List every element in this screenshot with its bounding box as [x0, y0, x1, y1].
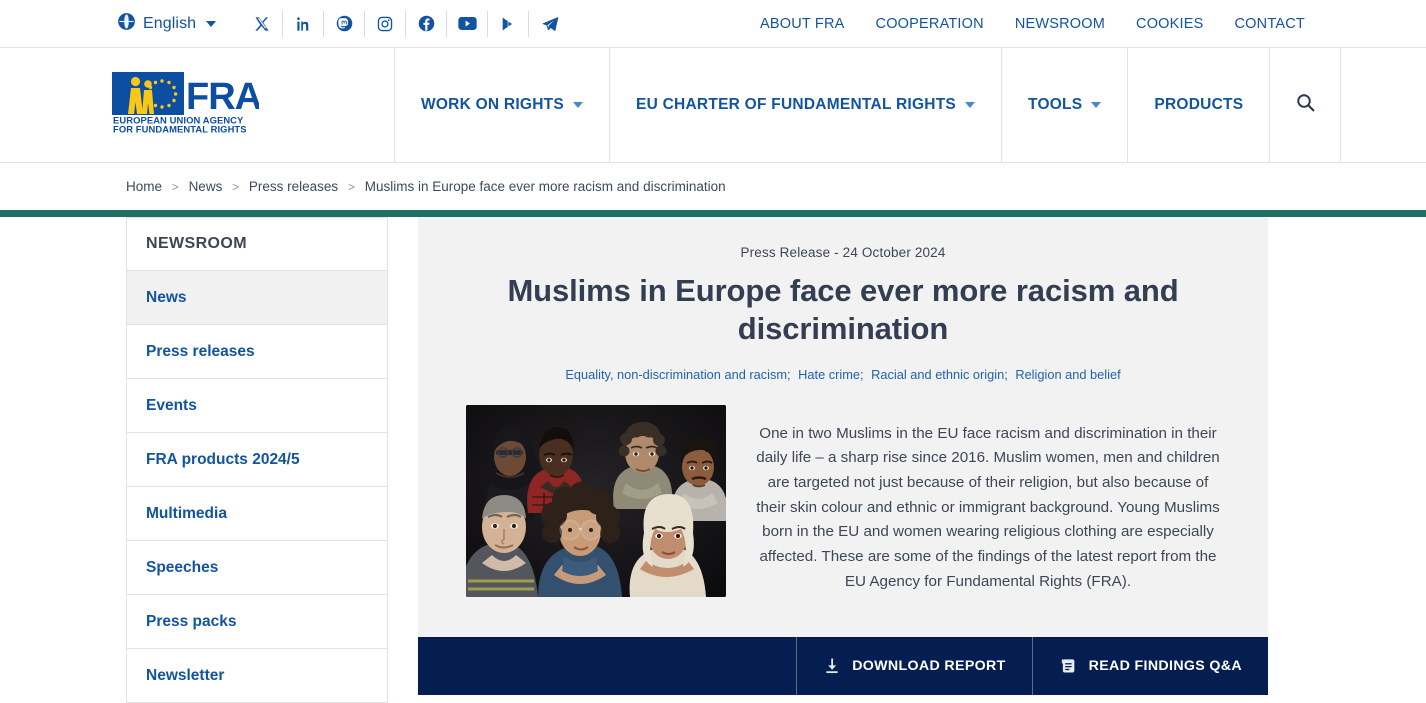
- article-eyebrow: Press Release - 24 October 2024: [466, 245, 1220, 260]
- x-twitter-icon[interactable]: [242, 11, 283, 37]
- article-photo: [466, 405, 726, 597]
- breadcrumb-bar: Home > News > Press releases > Muslims i…: [0, 163, 1426, 210]
- topic-link-racial-ethnic-origin[interactable]: Racial and ethnic origin: [871, 367, 1004, 382]
- action-label: DOWNLOAD REPORT: [852, 658, 1005, 674]
- nav-item-products[interactable]: PRODUCTS: [1128, 48, 1270, 162]
- chevron-down-icon: [965, 102, 975, 108]
- sidebar-item-multimedia[interactable]: Multimedia: [127, 487, 387, 541]
- chevron-down-icon: [1091, 102, 1101, 108]
- nav-label: EU CHARTER OF FUNDAMENTAL RIGHTS: [636, 96, 956, 114]
- facebook-icon[interactable]: [406, 11, 447, 37]
- sidebar-list: NEWSROOM News Press releases Events FRA …: [126, 217, 388, 703]
- topic-link-equality[interactable]: Equality, non-discrimination and racism: [565, 367, 787, 382]
- article-content: Press Release - 24 October 2024 Muslims …: [388, 217, 1426, 703]
- site-header: FRA EUROPEAN UNION AGENCY FOR FUNDAMENTA…: [0, 48, 1426, 163]
- nav-label: TOOLS: [1028, 96, 1082, 114]
- fra-logo-link[interactable]: FRA EUROPEAN UNION AGENCY FOR FUNDAMENTA…: [0, 48, 395, 162]
- chevron-down-icon: [206, 21, 216, 27]
- breadcrumb-item-home[interactable]: Home: [126, 179, 162, 194]
- top-link-contact[interactable]: CONTACT: [1235, 16, 1305, 32]
- svg-text:FRA: FRA: [186, 76, 259, 118]
- telegram-icon[interactable]: [529, 11, 570, 37]
- sidebar-item-label: Newsletter: [146, 667, 224, 685]
- sidebar-item-fra-products[interactable]: FRA products 2024/5: [127, 433, 387, 487]
- document-scroll-icon: [1059, 657, 1078, 675]
- breadcrumb-item-news[interactable]: News: [189, 179, 223, 194]
- sidebar-item-label: Press packs: [146, 613, 237, 631]
- top-link-cooperation[interactable]: COOPERATION: [876, 16, 984, 32]
- breadcrumb-item-current: Muslims in Europe face ever more racism …: [365, 179, 726, 194]
- breadcrumb: Home > News > Press releases > Muslims i…: [126, 179, 726, 194]
- language-selector[interactable]: English: [118, 13, 216, 35]
- article-topics: Equality, non-discrimination and racism;…: [466, 367, 1220, 382]
- teal-divider: [0, 210, 1426, 217]
- mastodon-icon[interactable]: [324, 11, 365, 37]
- topic-separator: ;: [1004, 367, 1008, 382]
- breadcrumb-separator: >: [172, 180, 179, 194]
- search-icon: [1295, 92, 1316, 118]
- nav-item-tools[interactable]: TOOLS: [1002, 48, 1128, 162]
- nav-item-eu-charter[interactable]: EU CHARTER OF FUNDAMENTAL RIGHTS: [610, 48, 1002, 162]
- primary-navigation: WORK ON RIGHTS EU CHARTER OF FUNDAMENTAL…: [395, 48, 1341, 162]
- sidebar-item-events[interactable]: Events: [127, 379, 387, 433]
- download-report-button[interactable]: DOWNLOAD REPORT: [796, 637, 1031, 695]
- instagram-icon[interactable]: [365, 11, 406, 37]
- top-link-about-fra[interactable]: ABOUT FRA: [760, 16, 845, 32]
- fra-logo: FRA EUROPEAN UNION AGENCY FOR FUNDAMENTA…: [112, 72, 259, 139]
- sidebar-item-press-releases[interactable]: Press releases: [127, 325, 387, 379]
- peertube-icon[interactable]: [488, 11, 529, 37]
- article-lede: One in two Muslims in the EU face racism…: [756, 420, 1220, 594]
- breadcrumb-separator: >: [348, 180, 355, 194]
- search-button[interactable]: [1270, 48, 1341, 162]
- sidebar-item-label: Events: [146, 397, 197, 415]
- sidebar-heading: NEWSROOM: [127, 218, 387, 271]
- page-title: Muslims in Europe face ever more racism …: [466, 272, 1220, 348]
- language-label: English: [143, 15, 196, 33]
- top-nav-links: ABOUT FRA COOPERATION NEWSROOM COOKIES C…: [760, 16, 1305, 32]
- sidebar-item-newsletter[interactable]: Newsletter: [127, 649, 387, 703]
- top-link-cookies[interactable]: COOKIES: [1136, 16, 1203, 32]
- download-icon: [823, 657, 841, 675]
- topic-link-religion-belief[interactable]: Religion and belief: [1015, 367, 1120, 382]
- nav-label: PRODUCTS: [1154, 96, 1243, 114]
- nav-label: WORK ON RIGHTS: [421, 96, 564, 114]
- sidebar-item-label: Speeches: [146, 559, 218, 577]
- breadcrumb-separator: >: [232, 180, 239, 194]
- chevron-down-icon: [573, 102, 583, 108]
- social-links: [242, 11, 570, 37]
- sidebar-item-label: Press releases: [146, 343, 255, 361]
- action-label: READ FINDINGS Q&A: [1089, 658, 1242, 674]
- youtube-icon[interactable]: [447, 11, 488, 37]
- topic-separator: ;: [860, 367, 864, 382]
- nav-item-work-on-rights[interactable]: WORK ON RIGHTS: [395, 48, 610, 162]
- topic-link-hate-crime[interactable]: Hate crime: [798, 367, 860, 382]
- breadcrumb-item-press-releases[interactable]: Press releases: [249, 179, 338, 194]
- top-utility-bar: English: [0, 0, 1426, 48]
- action-bar-spacer: [418, 637, 796, 695]
- sidebar-item-news[interactable]: News: [127, 271, 387, 325]
- sidebar-item-label: Multimedia: [146, 505, 227, 523]
- sidebar-item-press-packs[interactable]: Press packs: [127, 595, 387, 649]
- top-link-newsroom[interactable]: NEWSROOM: [1015, 16, 1105, 32]
- linkedin-icon[interactable]: [283, 11, 324, 37]
- sidebar-item-label: News: [146, 289, 187, 307]
- sidebar-item-label: FRA products 2024/5: [146, 451, 300, 469]
- svg-text:FOR FUNDAMENTAL RIGHTS: FOR FUNDAMENTAL RIGHTS: [113, 123, 247, 134]
- sidebar-item-speeches[interactable]: Speeches: [127, 541, 387, 595]
- globe-icon: [118, 13, 135, 35]
- read-findings-qa-button[interactable]: READ FINDINGS Q&A: [1032, 637, 1268, 695]
- article-card: Press Release - 24 October 2024 Muslims …: [418, 217, 1268, 637]
- article-body-row: One in two Muslims in the EU face racism…: [466, 405, 1220, 638]
- article-action-bar: DOWNLOAD REPORT READ FINDINGS Q&A: [418, 637, 1268, 695]
- newsroom-sidebar: NEWSROOM News Press releases Events FRA …: [0, 217, 388, 703]
- page-body: NEWSROOM News Press releases Events FRA …: [0, 217, 1426, 703]
- topic-separator: ;: [787, 367, 791, 382]
